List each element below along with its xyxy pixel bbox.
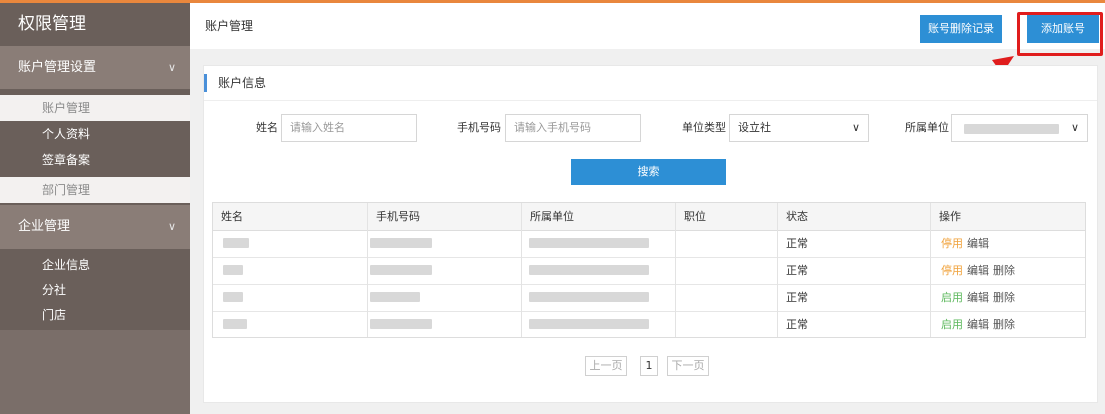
redacted-value	[964, 124, 1059, 134]
unit-type-label: 单位类型	[682, 121, 726, 134]
edit-link[interactable]: 编辑	[967, 257, 989, 284]
sidebar-item-branch[interactable]: 分社	[0, 277, 190, 303]
phone-input[interactable]: 请输入手机号码	[505, 114, 641, 142]
column-divider	[930, 203, 931, 337]
next-page-button[interactable]: 下一页	[667, 356, 709, 376]
unit-label: 所属单位	[905, 121, 949, 134]
table-row: 正常 启用 编辑 删除	[213, 284, 1085, 312]
sidebar-item-enterprise-info[interactable]: 企业信息	[0, 252, 190, 278]
redacted-name	[223, 292, 243, 302]
current-page[interactable]: 1	[640, 356, 658, 376]
sidebar-group-account-settings[interactable]: 账户管理设置 ∨	[0, 46, 190, 89]
sidebar-item-store[interactable]: 门店	[0, 302, 190, 328]
name-label: 姓名	[256, 121, 278, 134]
column-header-status: 状态	[786, 210, 808, 223]
column-divider	[675, 203, 676, 337]
column-divider	[521, 203, 522, 337]
delete-link[interactable]: 删除	[993, 284, 1015, 311]
breadcrumb: 账户管理	[205, 19, 254, 33]
redacted-unit	[529, 238, 649, 248]
redacted-unit	[529, 319, 649, 329]
status-cell: 正常	[786, 291, 808, 304]
sidebar-group-enterprise[interactable]: 企业管理 ∨	[0, 205, 190, 249]
column-divider	[367, 203, 368, 337]
table-row: 正常 停用 编辑 删除	[213, 257, 1085, 285]
sidebar-item-seal-registration[interactable]: 签章备案	[0, 147, 190, 173]
chevron-down-icon: ∨	[851, 121, 860, 134]
phone-label: 手机号码	[457, 121, 501, 134]
delete-link[interactable]: 删除	[993, 257, 1015, 284]
column-header-actions: 操作	[939, 210, 961, 223]
column-header-name: 姓名	[221, 210, 243, 223]
sidebar-group-label: 企业管理	[18, 219, 71, 234]
sidebar-item-department-management[interactable]: 部门管理	[0, 177, 190, 203]
search-button[interactable]: 搜索	[571, 159, 726, 185]
sidebar-footer	[0, 330, 190, 414]
unit-select[interactable]: ∨	[951, 114, 1088, 142]
redacted-phone	[370, 238, 432, 248]
column-divider	[777, 203, 778, 337]
redacted-phone	[370, 319, 432, 329]
account-table: 姓名 手机号码 所属单位 职位 状态 操作 正常 停用 编辑 正常 停用 编辑 …	[212, 202, 1086, 338]
unit-type-select[interactable]: 设立社 ∨	[729, 114, 869, 142]
panel-header: 账户信息	[204, 66, 1097, 101]
redacted-phone	[370, 265, 432, 275]
prev-page-button[interactable]: 上一页	[585, 356, 627, 376]
name-input[interactable]: 请输入姓名	[281, 114, 417, 142]
redacted-name	[223, 238, 249, 248]
column-header-position: 职位	[684, 210, 706, 223]
chevron-down-icon: ∨	[167, 220, 176, 233]
panel-title-bar	[204, 74, 207, 92]
sidebar-title: 权限管理	[0, 3, 190, 46]
delete-link[interactable]: 删除	[993, 311, 1015, 338]
table-row: 正常 停用 编辑	[213, 230, 1085, 258]
redacted-name	[223, 319, 247, 329]
redacted-phone	[370, 292, 420, 302]
chevron-down-icon: ∨	[167, 61, 176, 74]
chevron-down-icon: ∨	[1070, 121, 1079, 134]
column-header-unit: 所属单位	[530, 210, 574, 223]
column-header-phone: 手机号码	[376, 210, 420, 223]
delete-log-button[interactable]: 账号删除记录	[920, 15, 1002, 43]
sidebar-group-label: 账户管理设置	[18, 60, 97, 75]
status-cell: 正常	[786, 318, 808, 331]
status-cell: 正常	[786, 264, 808, 277]
edit-link[interactable]: 编辑	[967, 311, 989, 338]
toggle-status-link[interactable]: 启用	[941, 284, 963, 311]
toggle-status-link[interactable]: 停用	[941, 230, 963, 257]
toggle-status-link[interactable]: 停用	[941, 257, 963, 284]
edit-link[interactable]: 编辑	[967, 230, 989, 257]
highlight-box	[1017, 12, 1103, 56]
panel-title: 账户信息	[218, 76, 267, 90]
sidebar-item-account-management[interactable]: 账户管理	[0, 95, 190, 121]
sidebar: 权限管理 账户管理设置 ∨ 账户管理 个人资料 签章备案 部门管理 企业管理 ∨…	[0, 3, 190, 414]
edit-link[interactable]: 编辑	[967, 284, 989, 311]
unit-type-value: 设立社	[738, 121, 771, 134]
redacted-name	[223, 265, 243, 275]
toggle-status-link[interactable]: 启用	[941, 311, 963, 338]
redacted-unit	[529, 292, 649, 302]
status-cell: 正常	[786, 237, 808, 250]
table-header: 姓名 手机号码 所属单位 职位 状态 操作	[213, 203, 1085, 231]
redacted-unit	[529, 265, 649, 275]
table-row: 正常 启用 编辑 删除	[213, 311, 1085, 338]
sidebar-item-profile[interactable]: 个人资料	[0, 121, 190, 147]
